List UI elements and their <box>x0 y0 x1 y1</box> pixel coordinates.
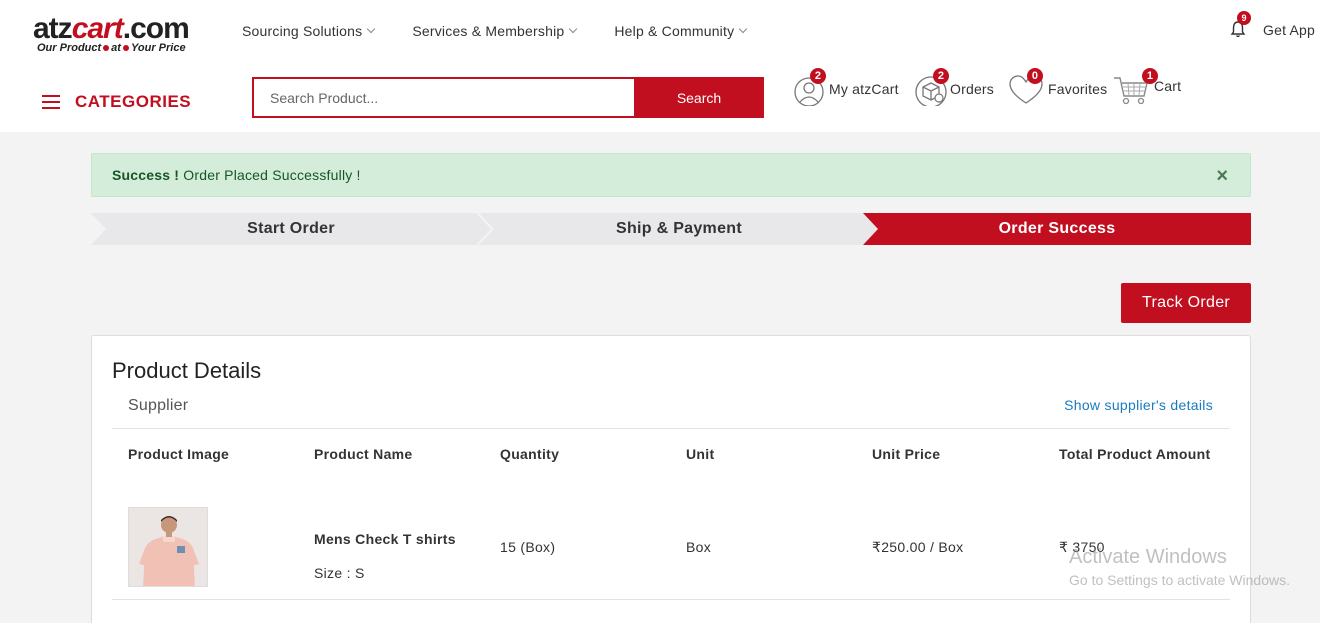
favorites-link[interactable]: 0 Favorites <box>1008 68 1108 106</box>
product-unit: Box <box>686 539 712 555</box>
header: atzcart.com Our Product at Your Price Sour… <box>0 0 1320 132</box>
product-name[interactable]: Mens Check T shirts <box>314 531 456 547</box>
my-atzcart-link[interactable]: 2 My atzCart <box>793 68 899 107</box>
orders-label: Orders <box>950 81 994 97</box>
favorites-label: Favorites <box>1048 81 1108 97</box>
alert-message: Success ! Order Placed Successfully ! <box>112 167 361 183</box>
categories-label: CATEGORIES <box>75 92 192 111</box>
nav-help-community[interactable]: Help & Community <box>614 23 748 39</box>
chevron-down-icon <box>739 24 748 34</box>
top-nav: Sourcing Solutions Services & Membership… <box>242 23 784 39</box>
search-button[interactable]: Search <box>634 77 764 118</box>
get-app-link[interactable]: Get App <box>1263 22 1315 38</box>
col-unit-price: Unit Price <box>872 446 941 462</box>
divider <box>112 428 1230 429</box>
order-progress-steps: Start Order Ship & Payment Order Success <box>91 213 1251 245</box>
notification-badge: 9 <box>1237 11 1251 25</box>
logo-tagline: Our Product at Your Price <box>37 42 186 54</box>
supplier-label: Supplier <box>128 397 189 414</box>
orders-link[interactable]: 2 Orders <box>914 68 994 108</box>
step-ship-payment: Ship & Payment <box>479 213 879 245</box>
chevron-down-icon <box>367 24 376 34</box>
col-product-image: Product Image <box>128 446 230 462</box>
col-total-amount: Total Product Amount <box>1059 446 1211 462</box>
atzcart-logo[interactable]: atzcart.com Our Product at Your Price <box>33 10 198 60</box>
step-order-success: Order Success <box>863 213 1251 245</box>
product-unit-price: ₹250.00 / Box <box>872 539 964 555</box>
favorites-badge: 0 <box>1027 68 1043 84</box>
product-quantity: 15 (Box) <box>500 539 556 555</box>
categories-menu[interactable]: CATEGORIES <box>42 92 191 112</box>
col-product-name: Product Name <box>314 446 413 462</box>
tshirt-model-image <box>129 508 207 586</box>
search-bar: Search <box>252 77 764 118</box>
track-order-button[interactable]: Track Order <box>1121 283 1251 323</box>
product-image[interactable] <box>128 507 208 587</box>
search-input[interactable] <box>252 77 634 118</box>
close-icon[interactable]: × <box>1216 166 1228 186</box>
step-start-order: Start Order <box>91 213 491 245</box>
divider <box>112 599 1230 600</box>
logo-wordmark: atzcart.com <box>33 12 190 45</box>
cart-badge: 1 <box>1142 68 1158 84</box>
orders-badge: 2 <box>933 68 949 84</box>
success-alert: Success ! Order Placed Successfully ! × <box>91 153 1251 197</box>
cart-label: Cart <box>1154 78 1182 94</box>
product-size: Size : S <box>314 565 365 581</box>
hamburger-icon <box>42 95 60 109</box>
nav-sourcing-solutions[interactable]: Sourcing Solutions <box>242 23 376 39</box>
my-atzcart-badge: 2 <box>810 68 826 84</box>
windows-watermark-subtitle: Go to Settings to activate Windows. <box>1069 572 1290 588</box>
my-atzcart-label: My atzCart <box>829 81 899 97</box>
windows-watermark-title: Activate Windows <box>1069 546 1227 568</box>
nav-services-membership[interactable]: Services & Membership <box>412 23 578 39</box>
col-quantity: Quantity <box>500 446 560 462</box>
show-supplier-details-link[interactable]: Show supplier's details <box>1064 397 1213 413</box>
product-details-title: Product Details <box>112 358 262 383</box>
chevron-down-icon <box>569 24 578 34</box>
col-unit: Unit <box>686 446 715 462</box>
cart-link[interactable]: 1 Cart <box>1112 68 1182 106</box>
